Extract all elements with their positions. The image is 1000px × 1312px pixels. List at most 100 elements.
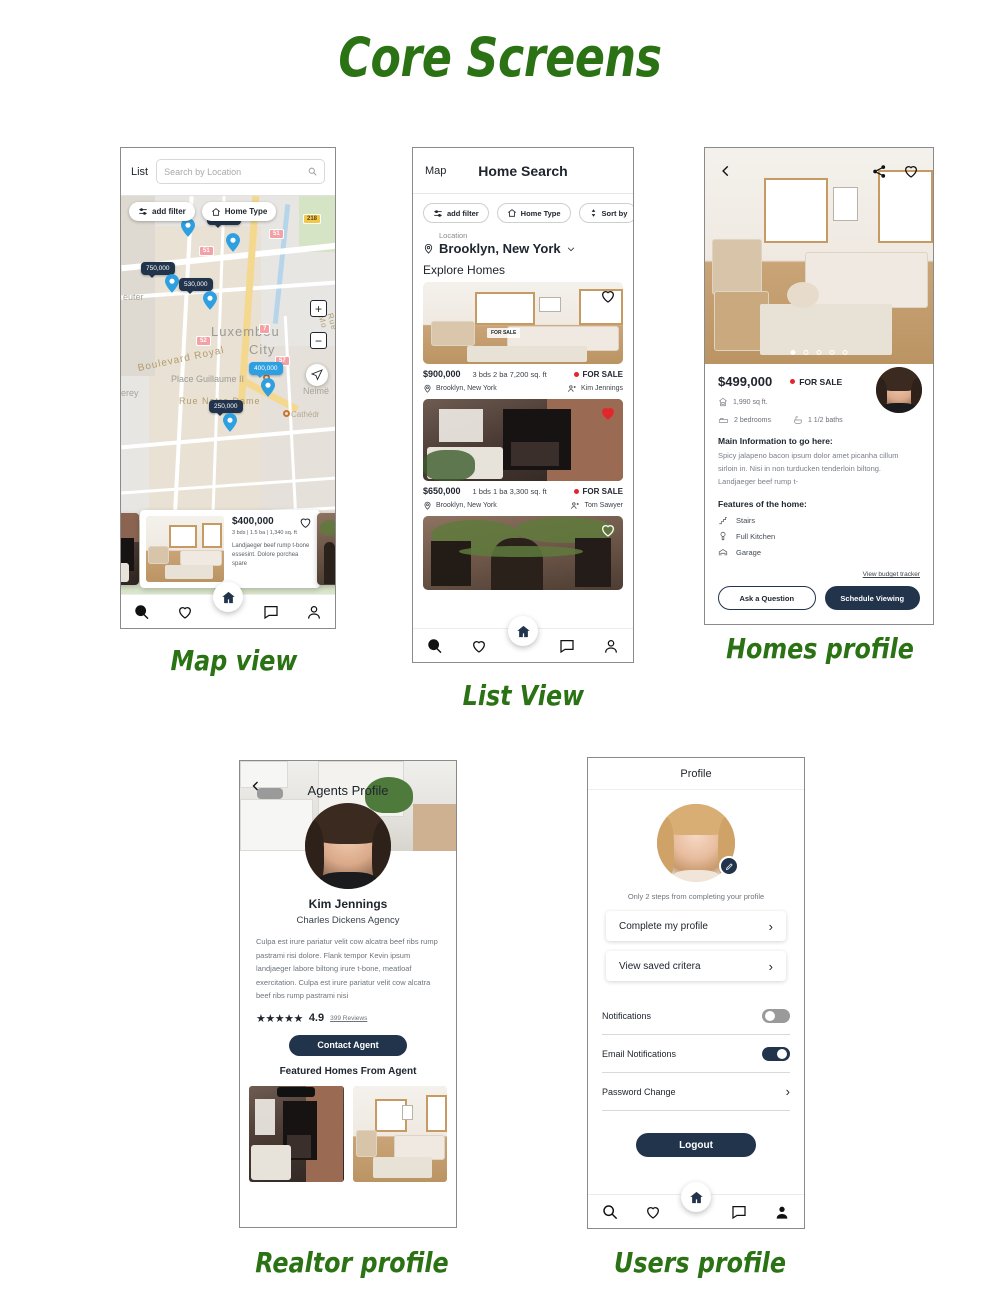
notifications-toggle[interactable] (762, 1008, 790, 1023)
heart-icon-filled[interactable] (600, 405, 616, 421)
heart-icon[interactable] (645, 1204, 661, 1220)
sort-by-chip[interactable]: Sort by (578, 203, 633, 223)
home-icon (689, 1191, 703, 1203)
carousel-dot[interactable] (829, 350, 835, 355)
home-type-chip[interactable]: Home Type (201, 202, 277, 221)
heart-icon[interactable] (600, 522, 616, 538)
locate-me-button[interactable] (306, 364, 328, 386)
section-title-explore-homes: Explore Homes (423, 263, 506, 277)
list-item[interactable]: FOR SALE $900,000 3 bds 2 ba 7,200 sq. f… (413, 282, 633, 399)
search-icon[interactable] (427, 638, 443, 654)
map-pin-6[interactable] (223, 413, 237, 432)
map-pin-4[interactable] (203, 291, 217, 310)
listing-agent[interactable]: Tom Sawyer (570, 501, 623, 510)
email-notifications-toggle[interactable] (762, 1046, 790, 1061)
map-pin-3[interactable] (165, 274, 179, 293)
map-price-bubble-4[interactable]: 400,000 (249, 362, 283, 378)
add-filter-chip[interactable]: add filter (423, 203, 489, 223)
setting-password-change[interactable]: Password Change › (602, 1073, 790, 1111)
agent-rating: ★★★★★ 4.9 399 Reviews (256, 1012, 440, 1025)
heart-icon[interactable] (299, 516, 312, 529)
logout-button[interactable]: Logout (636, 1133, 756, 1157)
zoom-in-button[interactable]: + (310, 300, 327, 317)
setting-label: Password Change (602, 1086, 676, 1097)
share-icon[interactable] (872, 164, 887, 179)
zoom-out-button[interactable]: − (310, 332, 327, 349)
bedrooms-row: 2 bedrooms (718, 415, 771, 425)
heart-icon[interactable] (177, 604, 193, 620)
listing-agent[interactable]: Kim Jennings (567, 384, 623, 393)
add-filter-chip[interactable]: add filter (129, 202, 195, 221)
carousel-dots[interactable] (790, 350, 848, 355)
map-shield-7: 7 (259, 324, 271, 334)
edit-avatar-button[interactable] (719, 856, 739, 876)
home-profile-body: $499,000 FOR SALE 1,990 sq ft. 2 bedroom… (705, 364, 933, 611)
location-selector[interactable]: Brooklyn, New York (413, 240, 633, 256)
setting-notifications[interactable]: Notifications (602, 997, 790, 1035)
person-icon[interactable] (306, 604, 322, 620)
heart-icon[interactable] (600, 288, 616, 304)
budget-tracker-link[interactable]: View budget tracker (718, 571, 920, 578)
agent-name: Kim Jennings (308, 897, 388, 911)
map-price-bubble-3[interactable]: 530,000 (179, 278, 213, 294)
map-price-bubble-5[interactable]: 250,000 (209, 400, 243, 416)
search-icon[interactable] (134, 604, 150, 620)
page-title-agents-profile: Agents Profile (307, 783, 389, 798)
map-label-left-2: erey (121, 388, 139, 398)
agent-bio: Culpa est irure pariatur velit cow alcat… (256, 937, 438, 1000)
back-chevron-icon[interactable] (719, 164, 733, 178)
complete-profile-button[interactable]: Complete my profile › (606, 911, 786, 941)
reviews-link[interactable]: 399 Reviews (330, 1015, 367, 1022)
map-pin-2[interactable] (226, 233, 240, 252)
ask-question-button[interactable]: Ask a Question (718, 586, 816, 611)
carousel-dot[interactable] (816, 350, 822, 355)
chat-icon[interactable] (731, 1204, 747, 1220)
search-icon (308, 167, 317, 176)
search-icon[interactable] (602, 1204, 618, 1220)
page-title-home-search: Home Search (478, 162, 568, 179)
contact-agent-button[interactable]: Contact Agent (289, 1034, 407, 1056)
info-heading: Main Information to go here: (718, 436, 833, 446)
carousel-card-next[interactable] (317, 513, 335, 585)
caption-realtor-profile: Realtor profile (255, 1246, 449, 1279)
setting-email-notifications[interactable]: Email Notifications (602, 1035, 790, 1073)
list-item[interactable]: $650,000 1 bds 1 ba 3,300 sq. ft FOR SAL… (413, 399, 633, 516)
add-filter-label: add filter (447, 208, 479, 218)
search-input[interactable]: Search by Location (156, 159, 325, 184)
featured-home-card[interactable] (352, 1085, 447, 1182)
status-badge: FOR SALE (790, 377, 842, 387)
list-item[interactable] (413, 516, 633, 596)
map-pin-5[interactable] (261, 378, 275, 397)
sort-icon (591, 209, 595, 217)
chevron-down-icon[interactable] (566, 244, 576, 254)
chat-icon[interactable] (559, 638, 575, 654)
heart-icon[interactable] (471, 638, 487, 654)
person-icon[interactable] (774, 1204, 790, 1220)
home-tab-button[interactable] (213, 582, 243, 612)
action-buttons: Ask a Question Schedule Viewing (718, 586, 920, 611)
carousel-card-active[interactable]: $400,000 3 bds | 1.5 ba | 1,340 sq. ft L… (140, 510, 320, 588)
heart-icon[interactable] (903, 163, 919, 179)
agent-avatar[interactable] (875, 366, 923, 414)
carousel-dot[interactable] (803, 350, 809, 355)
caption-map-view: Map view (170, 644, 298, 677)
home-type-chip[interactable]: Home Type (496, 203, 571, 223)
profile-progress-note: Only 2 steps from completing your profil… (627, 892, 765, 901)
screen-realtor-profile: Agents Profile Kim Jennings Charles Dick… (239, 760, 457, 1228)
list-filter-row: add filter Home Type Sort by (413, 194, 633, 227)
tab-list[interactable]: List (131, 166, 148, 178)
home-tab-button[interactable] (681, 1182, 711, 1212)
view-saved-criteria-button[interactable]: View saved critera › (606, 951, 786, 981)
schedule-viewing-button[interactable]: Schedule Viewing (824, 586, 920, 611)
carousel-dot[interactable] (842, 350, 848, 355)
chat-icon[interactable] (263, 604, 279, 620)
home-tab-button[interactable] (508, 616, 538, 646)
bedrooms-value: 2 bedrooms (734, 416, 771, 424)
carousel-dot-active[interactable] (790, 350, 796, 355)
person-icon[interactable] (603, 638, 619, 654)
page-title-profile: Profile (588, 758, 804, 790)
back-chevron-icon[interactable] (250, 779, 262, 797)
featured-home-card[interactable] (249, 1085, 344, 1182)
carousel-card-prev[interactable] (121, 513, 139, 585)
feature-label: Garage (736, 547, 762, 557)
